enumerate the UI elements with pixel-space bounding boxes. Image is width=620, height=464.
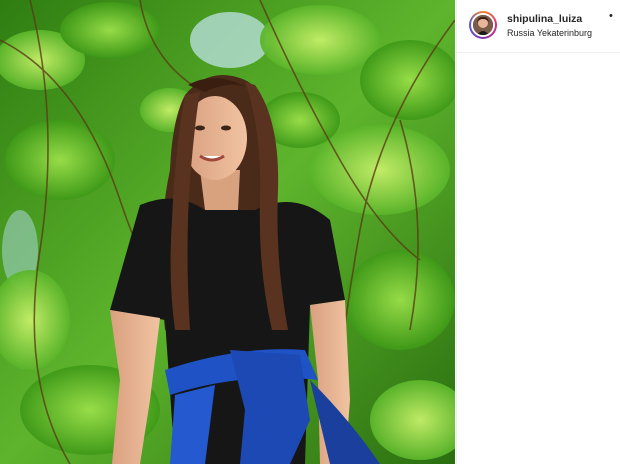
separator-dot: •: [609, 10, 613, 22]
profile-avatar-icon[interactable]: [471, 13, 495, 37]
post-photo[interactable]: [0, 0, 455, 464]
post-location[interactable]: Russia Yekaterinburg: [507, 28, 592, 38]
post-sidebar: shipulina_luiza • Russia Yekaterinburg: [456, 0, 620, 464]
avatar-story-ring[interactable]: [469, 11, 497, 39]
post-username[interactable]: shipulina_luiza: [507, 13, 582, 25]
post-photo-image: [0, 0, 455, 464]
post-header: shipulina_luiza • Russia Yekaterinburg: [457, 0, 620, 53]
